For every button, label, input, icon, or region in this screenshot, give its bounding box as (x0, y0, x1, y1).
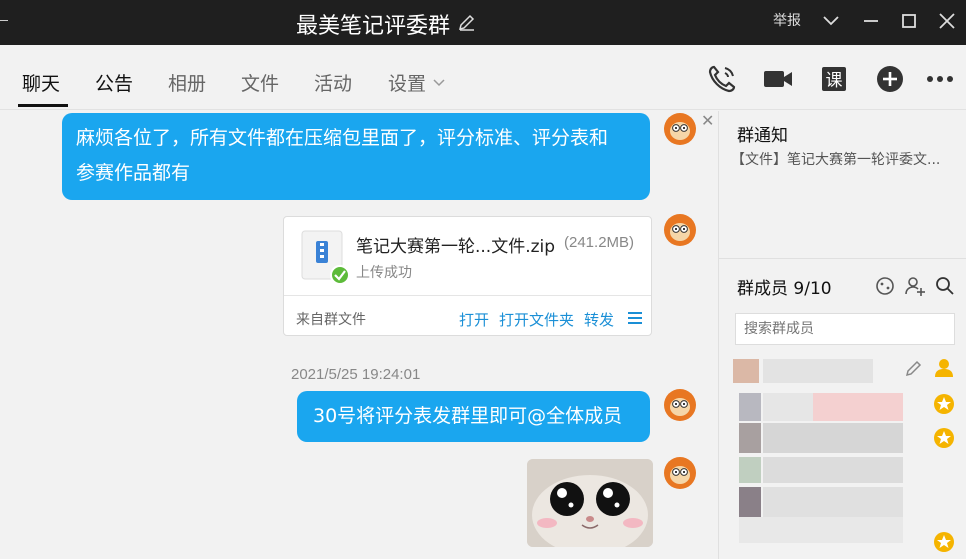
edit-title-icon[interactable] (457, 12, 477, 32)
svg-text:课: 课 (826, 71, 843, 91)
admin-star-icon (934, 532, 954, 552)
chat-area[interactable]: 麻烦各位了，所有文件都在压缩包里面了，评分标准、评分表和 参赛作品都有 ✕ 笔记… (0, 111, 718, 559)
add-member-icon[interactable] (904, 275, 926, 297)
chevron-down-icon[interactable] (820, 10, 842, 32)
zip-file-icon (301, 230, 350, 285)
edit-icon[interactable] (903, 357, 925, 379)
add-icon[interactable] (874, 63, 906, 95)
file-name: 笔记大赛第一轮...文件.zip (356, 237, 556, 257)
tab-chat[interactable]: 聊天 (22, 69, 60, 96)
list-item[interactable] (733, 423, 903, 453)
members-title: 群成员 9/10 (737, 279, 832, 299)
list-item[interactable] (733, 359, 903, 383)
window-menu-dash[interactable] (0, 20, 8, 21)
file-size: (241.2MB) (564, 234, 635, 251)
title-bar: 最美笔记评委群 举报 (0, 0, 966, 45)
more-icon[interactable] (924, 63, 956, 95)
admin-star-icon (934, 428, 954, 448)
avatar[interactable] (662, 455, 698, 491)
file-source: 来自群文件 (296, 312, 366, 328)
menu-icon[interactable] (627, 311, 643, 325)
member-search-input[interactable] (735, 313, 955, 345)
avatar[interactable] (662, 212, 698, 248)
tab-settings[interactable]: 设置 (388, 69, 426, 96)
forward-link[interactable]: 转发 (584, 309, 614, 330)
admin-star-icon (934, 394, 954, 414)
list-item[interactable] (733, 457, 903, 483)
group-info-panel: 群通知 【文件】笔记大赛第一轮评委文... 群成员 9/10 (718, 111, 966, 559)
cat-sticker-image[interactable] (527, 459, 653, 547)
avatar[interactable] (662, 111, 698, 147)
message-bubble[interactable]: 麻烦各位了，所有文件都在压缩包里面了，评分标准、评分表和 参赛作品都有 (62, 113, 650, 200)
avatar[interactable] (662, 387, 698, 423)
message-text: 参赛作品都有 (76, 162, 191, 184)
maximize-icon[interactable] (898, 10, 920, 32)
message-text: 30号将评分表发群里即可@全体成员 (313, 405, 623, 427)
message-text: 麻烦各位了，所有文件都在压缩包里面了，评分标准、评分表和 (76, 127, 609, 149)
window-title: 最美笔记评委群 (296, 14, 451, 39)
close-icon[interactable] (936, 10, 958, 32)
message-bubble[interactable]: 30号将评分表发群里即可@全体成员 (297, 391, 650, 442)
tab-files[interactable]: 文件 (241, 69, 279, 96)
file-card[interactable]: 笔记大赛第一轮...文件.zip (241.2MB) 上传成功 来自群文件 打开… (283, 216, 652, 336)
open-folder-link[interactable]: 打开文件夹 (499, 309, 574, 330)
upload-status: 上传成功 (356, 265, 412, 281)
list-item[interactable] (733, 393, 903, 421)
report-button[interactable]: 举报 (773, 10, 801, 30)
minimize-icon[interactable] (860, 10, 882, 32)
open-file-link[interactable]: 打开 (459, 309, 489, 330)
notice-title: 群通知 (737, 126, 788, 146)
tab-activity[interactable]: 活动 (314, 69, 352, 96)
chevron-down-icon[interactable] (432, 76, 446, 90)
member-settings-icon[interactable] (874, 275, 896, 297)
divider (719, 258, 966, 259)
close-icon[interactable]: ✕ (701, 111, 714, 131)
tab-bar: 聊天 公告 相册 文件 活动 设置 课 (0, 45, 966, 110)
tab-album[interactable]: 相册 (168, 69, 206, 96)
lesson-icon[interactable]: 课 (818, 63, 850, 95)
video-icon[interactable] (762, 63, 794, 95)
phone-icon[interactable] (706, 63, 738, 95)
search-icon[interactable] (934, 275, 956, 297)
divider (284, 295, 651, 296)
active-tab-indicator (18, 104, 68, 107)
notice-text[interactable]: 【文件】笔记大赛第一轮评委文... (731, 149, 961, 169)
list-item[interactable] (733, 487, 903, 543)
message-timestamp: 2021/5/25 19:24:01 (291, 366, 421, 383)
owner-icon (935, 359, 953, 377)
tab-announcement[interactable]: 公告 (95, 69, 133, 96)
